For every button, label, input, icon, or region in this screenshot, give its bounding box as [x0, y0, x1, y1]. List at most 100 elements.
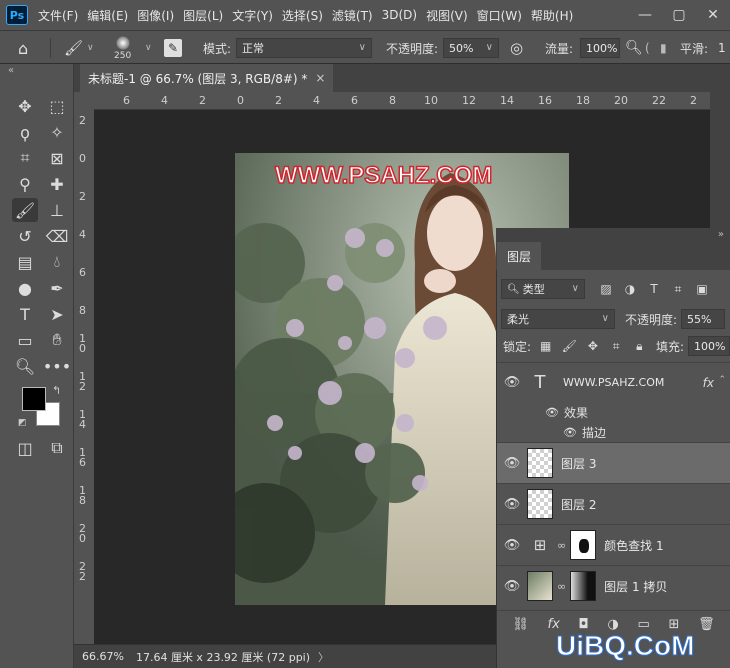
brush-size-picker[interactable]: 250: [114, 31, 131, 65]
lasso-tool-icon[interactable]: ϙ: [12, 120, 38, 144]
opacity-input[interactable]: 50% ∨: [443, 38, 499, 58]
menu-select[interactable]: 选择(S): [282, 7, 323, 24]
default-colors-icon[interactable]: ◩: [18, 418, 27, 428]
stroke-effect-row[interactable]: 👁︎ 描边: [497, 422, 730, 442]
pen-tool-icon[interactable]: ✒: [44, 276, 70, 300]
zoom-tool-icon[interactable]: 🔍︎: [12, 354, 38, 378]
visibility-eye-icon[interactable]: 👁︎: [497, 579, 527, 594]
lock-transparency-icon[interactable]: ▦: [539, 339, 552, 353]
lock-pixels-icon[interactable]: 🖌: [562, 339, 577, 353]
gradient-tool-icon[interactable]: ▤: [12, 250, 38, 274]
brush-settings-icon[interactable]: ✎: [164, 31, 182, 65]
brush-tool-icon[interactable]: 🖌: [12, 198, 38, 222]
filter-shape-icon[interactable]: ⌗: [671, 282, 685, 296]
eyedropper-tool-icon[interactable]: ⚲: [12, 172, 38, 196]
quick-mask-icon[interactable]: ◫: [12, 436, 38, 460]
visibility-eye-icon[interactable]: 👁︎: [497, 375, 527, 390]
link-icon[interactable]: ∞: [557, 580, 566, 593]
filter-smart-object-icon[interactable]: ▣: [695, 282, 709, 296]
lock-position-icon[interactable]: ✥: [586, 339, 599, 353]
fill-input[interactable]: 100%: [688, 336, 730, 356]
menu-edit[interactable]: 编辑(E): [87, 7, 128, 24]
expand-effects-icon[interactable]: ⌃: [718, 375, 726, 385]
crop-tool-icon[interactable]: ⌗: [12, 146, 38, 170]
magic-wand-tool-icon[interactable]: ✧: [44, 120, 70, 144]
filter-adjustment-icon[interactable]: ◑: [623, 282, 637, 296]
airbrush-icon[interactable]: (: [645, 31, 650, 65]
status-menu-icon[interactable]: 〉: [318, 649, 329, 665]
foreground-color-swatch[interactable]: [22, 387, 46, 411]
menu-3d[interactable]: 3D(D): [382, 8, 417, 22]
tab-layers[interactable]: 图层: [497, 242, 541, 270]
fx-icon[interactable]: fx: [703, 376, 714, 390]
panel-collapse-icon[interactable]: »: [496, 228, 730, 242]
move-tool-icon[interactable]: ✥: [12, 94, 38, 118]
layer-row[interactable]: 👁︎ ⊞ ∞ 颜色查找 1: [497, 524, 730, 565]
filter-pixel-icon[interactable]: ▨: [599, 282, 613, 296]
layer-opacity-input[interactable]: 55%: [681, 309, 726, 329]
more-tools-icon[interactable]: •••: [43, 354, 71, 378]
effects-row[interactable]: 👁︎ 效果: [497, 402, 730, 422]
effects-label: 效果: [563, 405, 588, 420]
blur-tool-icon[interactable]: 💧︎: [44, 250, 70, 274]
healing-brush-tool-icon[interactable]: ✚: [44, 172, 70, 196]
layer-row[interactable]: 👁︎ T WWW.PSAHZ.COM fx ⌃: [497, 362, 730, 402]
menu-filter[interactable]: 滤镜(T): [332, 7, 373, 24]
menu-image[interactable]: 图像(I): [137, 7, 174, 24]
eraser-tool-icon[interactable]: ⌫: [44, 224, 70, 248]
document-tab[interactable]: 未标题-1 @ 66.7% (图层 3, RGB/8#) * ×: [80, 64, 334, 92]
delete-layer-icon[interactable]: 🗑︎: [698, 617, 715, 632]
layer-row-selected[interactable]: 👁︎ 图层 3: [497, 442, 730, 483]
visibility-eye-icon[interactable]: 👁︎: [497, 497, 527, 512]
frame-tool-icon[interactable]: ⊠: [44, 146, 70, 170]
type-tool-icon[interactable]: T: [12, 302, 38, 326]
screen-mode-icon[interactable]: ⧉: [44, 436, 70, 460]
collapse-toolbar-icon[interactable]: «: [0, 64, 74, 78]
search-icon[interactable]: 🔍︎: [625, 31, 643, 65]
ruler-label: 14: [500, 94, 514, 107]
menu-file[interactable]: 文件(F): [38, 7, 78, 24]
menu-view[interactable]: 视图(V): [426, 7, 468, 24]
dodge-tool-icon[interactable]: ●: [12, 276, 38, 300]
blend-mode-dropdown[interactable]: 柔光 ∨: [501, 309, 615, 329]
clone-stamp-tool-icon[interactable]: ⊥: [44, 198, 70, 222]
settings-icon[interactable]: ▮: [660, 31, 667, 65]
document-info: 17.64 厘米 x 23.92 厘米 (72 ppi): [135, 650, 311, 664]
menu-window[interactable]: 窗口(W): [477, 7, 522, 24]
visibility-eye-icon[interactable]: 👁︎: [497, 456, 527, 471]
maximize-button[interactable]: ▢: [662, 0, 696, 30]
close-button[interactable]: ✕: [696, 0, 730, 30]
zoom-level[interactable]: 66.67%: [82, 650, 124, 663]
link-icon[interactable]: ∞: [557, 539, 566, 552]
options-bar: ⌂ 🖌 ∨ 250 ∨ ✎ 模式: 正常 ∨ 不透明度: 50% ∨ ◎ 流量: 10…: [0, 30, 730, 64]
hand-tool-icon[interactable]: ✋︎: [44, 328, 70, 352]
history-brush-tool-icon[interactable]: ↺: [12, 224, 38, 248]
swap-colors-icon[interactable]: ↰: [52, 384, 61, 397]
layer-row[interactable]: 👁︎ 图层 2: [497, 483, 730, 524]
visibility-eye-icon[interactable]: 👁︎: [497, 538, 527, 553]
flow-input[interactable]: 100%: [580, 38, 620, 58]
menu-help[interactable]: 帮助(H): [531, 7, 573, 24]
layer-row[interactable]: 👁︎ ∞ 图层 1 拷贝: [497, 565, 730, 606]
link-layers-icon[interactable]: ⛓: [512, 617, 529, 632]
marquee-tool-icon[interactable]: ⬚: [44, 94, 70, 118]
close-tab-icon[interactable]: ×: [315, 71, 325, 85]
ruler-label: 4: [313, 94, 320, 107]
rectangle-tool-icon[interactable]: ▭: [12, 328, 38, 352]
lock-all-icon[interactable]: 🔒︎: [633, 339, 646, 353]
lock-artboard-icon[interactable]: ⌗: [610, 339, 623, 353]
visibility-eye-icon[interactable]: 👁︎: [545, 406, 559, 419]
brush-preset-icon[interactable]: 🖌 ∨: [64, 31, 94, 65]
menu-type[interactable]: 文字(Y): [232, 7, 273, 24]
menu-layer[interactable]: 图层(L): [183, 7, 223, 24]
filter-type-icon[interactable]: T: [647, 282, 661, 296]
minimize-button[interactable]: —: [628, 0, 662, 30]
home-icon[interactable]: ⌂: [18, 31, 28, 65]
path-selection-tool-icon[interactable]: ➤: [44, 302, 70, 326]
mode-dropdown[interactable]: 正常 ∨: [236, 38, 372, 58]
pressure-opacity-icon[interactable]: ◎: [510, 31, 523, 65]
layer-filter-dropdown[interactable]: 🔍︎ 类型 ∨: [501, 279, 585, 299]
chevron-down-icon[interactable]: ∨: [145, 31, 152, 65]
smoothing-value[interactable]: 1: [718, 31, 726, 65]
visibility-eye-icon[interactable]: 👁︎: [563, 426, 577, 439]
